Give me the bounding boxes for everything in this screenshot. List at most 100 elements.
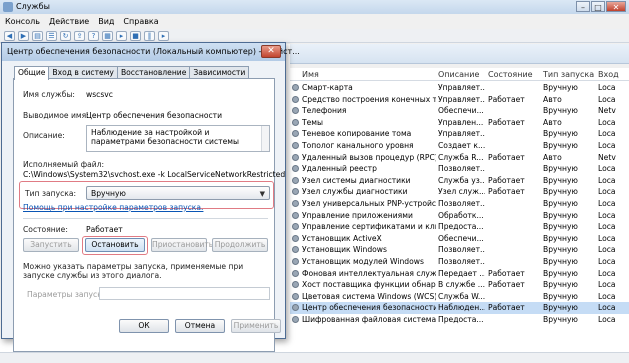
service-startup-cell: Авто xyxy=(543,152,562,162)
menu-bar: Консоль Действие Вид Справка xyxy=(0,14,629,29)
service-name-cell: Удаленный реестр xyxy=(302,164,377,174)
service-description-cell: Позволяет... xyxy=(438,257,485,266)
service-logon-cell: Loca xyxy=(598,268,616,278)
menu-help[interactable]: Справка xyxy=(123,17,158,26)
service-row[interactable]: Узел службы диагностики Узел служ... Работ… xyxy=(290,186,629,198)
start-button[interactable]: Запустить xyxy=(23,238,79,252)
start-params-input[interactable] xyxy=(99,287,270,300)
service-row[interactable]: Хост поставщика функции обнаруж...В служ… xyxy=(290,279,629,291)
service-row[interactable]: Управление приложениями Обработк... Вручну… xyxy=(290,210,629,222)
service-logon-cell: Loca xyxy=(598,315,616,324)
startup-type-value: Вручную xyxy=(91,189,126,198)
gear-icon xyxy=(292,246,299,254)
service-row[interactable]: Теневое копирование тома Управляет... Вруч… xyxy=(290,128,629,140)
service-row[interactable]: Цветовая система Windows (WCS) Служба W..… xyxy=(290,291,629,303)
service-startup-cell: Вручную xyxy=(543,175,578,185)
service-startup-cell: Вручную xyxy=(543,83,578,92)
resume-button[interactable]: Продолжить xyxy=(212,238,268,252)
service-state-cell: Работает xyxy=(488,268,525,278)
cancel-button[interactable]: Отмена xyxy=(175,319,225,333)
service-row[interactable]: Удаленный реестр Позволяет... Вручную Loca xyxy=(290,163,629,175)
minimize-button[interactable]: – xyxy=(576,1,590,12)
col-startup-header[interactable]: Тип запуска xyxy=(543,70,594,79)
restart-icon[interactable]: ▸ xyxy=(158,30,169,41)
col-name-header[interactable]: Имя xyxy=(302,70,319,79)
service-row[interactable]: Узел системы диагностики Служба уз... Рабо… xyxy=(290,175,629,187)
service-state-cell: Работает xyxy=(488,187,525,197)
service-row[interactable]: Фоновая интеллектуальная служба ...Перед… xyxy=(290,268,629,280)
service-description-cell: Позволяет... xyxy=(438,164,485,174)
pause-icon[interactable]: ‖ xyxy=(144,30,155,41)
startup-help-link[interactable]: Помощь при настройке параметров запуска. xyxy=(23,203,203,212)
play-icon[interactable]: ▸ xyxy=(116,30,127,41)
service-name-cell: Узел системы диагностики xyxy=(302,175,411,185)
dialog-title-bar: Центр обеспечения безопасности (Локальны… xyxy=(2,43,300,61)
description-text: Наблюдение за настройкой и параметрами б… xyxy=(91,128,239,146)
gear-icon xyxy=(292,107,299,115)
col-state-header[interactable]: Состояние xyxy=(488,70,533,79)
window-title: Службы xyxy=(16,2,50,11)
console-tree-icon[interactable]: ▤ xyxy=(32,30,43,41)
help-icon[interactable]: ? xyxy=(88,30,99,41)
close-button[interactable]: ✕ xyxy=(606,1,626,12)
service-row[interactable]: Темы Управлен... Работает Авто Loca xyxy=(290,117,629,129)
gear-icon xyxy=(292,292,299,300)
service-row[interactable]: Узел универсальных PNP-устройств Позволяе… xyxy=(290,198,629,210)
exe-path: C:\Windows\System32\svchost.exe -k Local… xyxy=(23,170,286,179)
service-description-cell: Служба уз... xyxy=(438,175,485,185)
service-logon-cell: Netv xyxy=(598,152,616,162)
list-icon[interactable]: ☰ xyxy=(46,30,57,41)
service-state-cell: Работает xyxy=(488,94,525,104)
col-logon-header[interactable]: Вход xyxy=(598,70,619,79)
menu-console[interactable]: Консоль xyxy=(5,17,40,26)
forward-icon[interactable]: ▶ xyxy=(18,30,29,41)
maximize-button[interactable]: □ xyxy=(591,1,605,12)
description-box[interactable]: Наблюдение за настройкой и параметрами б… xyxy=(86,125,270,152)
stop-button[interactable]: Остановить xyxy=(85,238,145,252)
service-row[interactable]: Телефония Обеспечи... Вручную Netv xyxy=(290,105,629,117)
service-name-cell: Управление приложениями xyxy=(302,210,413,220)
service-row[interactable]: Установщик Windows Позволяет... Вручную Loc… xyxy=(290,244,629,256)
service-description-cell: Обеспечи... xyxy=(438,106,484,116)
description-scrollbar[interactable] xyxy=(261,126,269,151)
service-logon-cell: Loca xyxy=(598,129,616,139)
service-row[interactable]: Шифрованная файловая система (EFS)Предос… xyxy=(290,314,629,326)
gear-icon xyxy=(292,188,299,196)
service-row[interactable]: Управление сертификатами и клю... Предост… xyxy=(290,221,629,233)
back-icon[interactable]: ◀ xyxy=(4,30,15,41)
service-row[interactable]: Удаленный вызов процедур (RPC) Служба R..… xyxy=(290,152,629,164)
pause-button[interactable]: Приостановить xyxy=(151,238,213,252)
service-row[interactable]: Смарт-карта Управляет... Вручную Loca xyxy=(290,82,629,94)
tab-general[interactable]: Общие xyxy=(14,66,50,80)
apply-button[interactable]: Применить xyxy=(231,319,281,333)
service-logon-cell: Loca xyxy=(598,141,616,150)
service-name-cell: Центр обеспечения безопасности xyxy=(302,303,436,313)
service-startup-cell: Вручную xyxy=(543,129,578,139)
dialog-close-button[interactable]: ✕ xyxy=(261,45,281,58)
service-name-label: Имя службы: xyxy=(23,90,75,99)
export-icon[interactable]: ⇪ xyxy=(74,30,85,41)
service-startup-cell: Вручную xyxy=(543,106,578,116)
state-value: Работает xyxy=(86,225,123,234)
service-startup-cell: Вручную xyxy=(543,210,578,220)
general-tab-panel: Имя службы: wscsvc Выводимое имя: Центр … xyxy=(13,78,285,352)
service-row[interactable]: Установщик модулей Windows Позволяет... Вр… xyxy=(290,256,629,268)
menu-view[interactable]: Вид xyxy=(98,17,114,26)
service-name-value: wscsvc xyxy=(86,90,113,99)
service-description-cell: Управлен... xyxy=(438,117,484,127)
service-row[interactable]: Установщик ActiveX Обеспечи... Вручную Loca xyxy=(290,233,629,245)
refresh-icon[interactable]: ↻ xyxy=(60,30,71,41)
service-row[interactable]: Центр обеспечения безопасности Наблюден..… xyxy=(290,302,629,314)
menu-action[interactable]: Действие xyxy=(49,17,89,26)
service-logon-cell: Loca xyxy=(598,245,616,255)
col-description-header[interactable]: Описание xyxy=(438,70,479,79)
startup-type-select[interactable]: Вручную ▼ xyxy=(86,186,270,200)
ok-button[interactable]: ОК xyxy=(119,319,169,333)
service-logon-cell: Loca xyxy=(598,280,616,290)
service-row[interactable]: Тополог канального уровня Создает к... Вру… xyxy=(290,140,629,152)
service-description-cell: Передает ... xyxy=(438,268,485,278)
service-row[interactable]: Средство построения конечных точ...Управ… xyxy=(290,94,629,106)
stop-icon[interactable]: ■ xyxy=(130,30,141,41)
properties-icon[interactable]: ▦ xyxy=(102,30,113,41)
display-name-value: Центр обеспечения безопасности xyxy=(86,111,223,120)
